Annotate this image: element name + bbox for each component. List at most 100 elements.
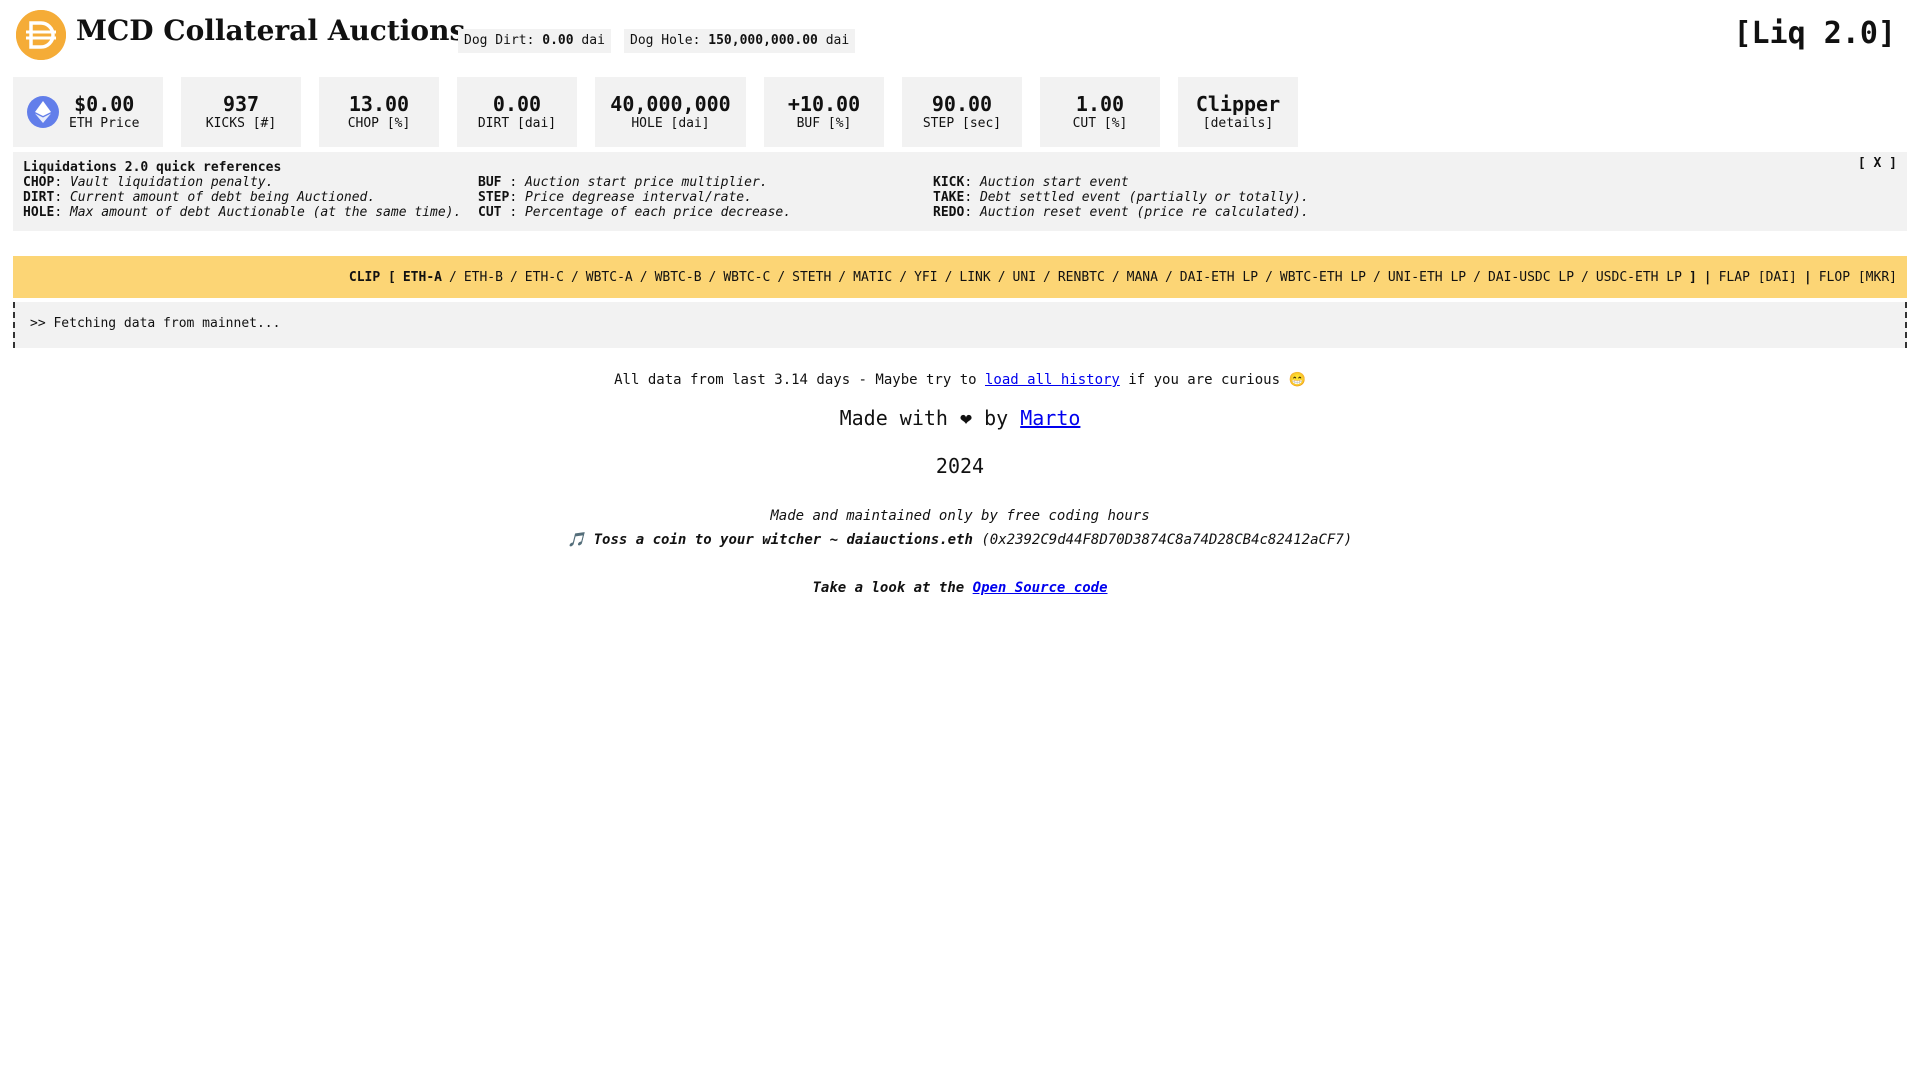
clipper-value: Clipper	[1195, 92, 1281, 116]
nav-item-yfi[interactable]: YFI	[914, 270, 937, 285]
dog-hole-value: 150,000,000.00	[708, 33, 818, 48]
eth-price-value: $0.00	[74, 92, 135, 116]
dog-dirt-value: 0.00	[542, 33, 574, 48]
clipper-details-link[interactable]: [details]	[1203, 116, 1273, 132]
step-value: 90.00	[931, 92, 993, 116]
reference-description: Vault liquidation penalty.	[69, 175, 274, 190]
dog-dirt-badge: Dog Dirt: 0.00 dai	[458, 29, 611, 53]
dog-hole-label: Dog Hole:	[630, 33, 701, 48]
free-hours-note: Made and maintained only by free coding …	[770, 508, 1150, 524]
made-prefix: Made with ❤ by	[839, 406, 1009, 430]
nav-item-renbtc[interactable]: RENBTC	[1058, 270, 1105, 285]
chop-card: 13.00 CHOP [%]	[319, 77, 439, 147]
stats-cards: $0.00 ETH Price 937 KICKS [#] 13.00 CHOP…	[13, 77, 1298, 147]
dirt-card: 0.00 DIRT [dai]	[457, 77, 577, 147]
dirt-value: 0.00	[492, 92, 542, 116]
nav-item-flop[interactable]: FLOP [MKR]	[1819, 270, 1897, 285]
footer: All data from last 3.14 days - Maybe try…	[0, 370, 1920, 598]
reference-key: KICK	[933, 175, 965, 190]
cut-value: 1.00	[1075, 92, 1125, 116]
author-link[interactable]: Marto	[1020, 406, 1080, 430]
clip-close: ]	[1688, 269, 1697, 285]
close-references-button[interactable]: [ X ]	[1858, 156, 1897, 171]
nav-item-matic[interactable]: MATIC	[853, 270, 892, 285]
reference-item: CHOP: Vault liquidation penalty.	[23, 175, 274, 190]
quick-references-panel: Liquidations 2.0 quick references [ X ] …	[13, 152, 1907, 231]
buf-label: BUF [%]	[796, 116, 852, 131]
nav-item-wbtc-c[interactable]: WBTC-C	[723, 270, 770, 285]
reference-key: STEP	[478, 190, 510, 205]
reference-key: BUF	[478, 175, 510, 190]
nav-item-wbtc-b[interactable]: WBTC-B	[655, 270, 702, 285]
reference-key: CHOP	[23, 175, 55, 190]
hole-value: 40,000,000	[610, 92, 731, 116]
dog-dirt-label: Dog Dirt:	[464, 33, 535, 48]
cut-label: CUT [%]	[1072, 116, 1128, 131]
collateral-nav: CLIP [ETH-A / ETH-B / ETH-C / WBTC-A / WBTC-B / WB…	[13, 256, 1907, 298]
kicks-label: KICKS [#]	[205, 116, 277, 131]
nav-item-link[interactable]: LINK	[959, 270, 990, 285]
reference-item: REDO: Auction reset event (price re calc…	[933, 205, 1309, 220]
references-column-3: KICK: Auction start event TAKE: Debt sett…	[933, 175, 1388, 220]
references-column-2: BUF : Auction start price multiplier. STE…	[478, 175, 933, 220]
nav-item-dai-usdc-lp[interactable]: DAI-USDC LP	[1488, 270, 1574, 285]
history-prefix: All data from last 3.14 days - Maybe try…	[614, 372, 977, 388]
nav-item-wbtc-a[interactable]: WBTC-A	[586, 270, 633, 285]
clipper-details-card[interactable]: Clipper [details]	[1178, 77, 1298, 147]
dog-hole-unit: dai	[825, 33, 850, 48]
status-console: >> Fetching data from mainnet...	[13, 302, 1907, 348]
donation-line: 🎵 Toss a coin to your witcher ~ daiaucti…	[0, 530, 1920, 550]
console-text: >> Fetching data from mainnet...	[30, 316, 281, 331]
dog-dirt-unit: dai	[581, 33, 605, 48]
reference-description: Auction reset event (price re calculated…	[979, 205, 1309, 220]
dirt-label: DIRT [dai]	[477, 116, 557, 131]
source-line: Take a look at the Open Source code	[0, 578, 1920, 598]
nav-item-mana[interactable]: MANA	[1127, 270, 1158, 285]
nav-item-uni-eth-lp[interactable]: UNI-ETH LP	[1388, 270, 1466, 285]
reference-description: Percentage of each price decrease.	[524, 205, 792, 220]
header: MCD Collateral Auctions Dog Dirt: 0.00 d…	[0, 0, 1920, 72]
kicks-card: 937 KICKS [#]	[181, 77, 301, 147]
reference-item: STEP: Price degrease interval/rate.	[478, 190, 752, 205]
source-prefix: Take a look at the	[812, 580, 965, 596]
nav-item-dai-eth-lp[interactable]: DAI-ETH LP	[1180, 270, 1258, 285]
dai-logo-icon	[16, 10, 66, 60]
nav-item-wbtc-eth-lp[interactable]: WBTC-ETH LP	[1280, 270, 1366, 285]
reference-item: TAKE: Debt settled event (partially or t…	[933, 190, 1309, 205]
nav-item-steth[interactable]: STETH	[792, 270, 831, 285]
nav-item-eth-a[interactable]: ETH-A	[403, 270, 442, 285]
open-source-code-link[interactable]: Open Source code	[973, 580, 1108, 596]
nav-item-usdc-eth-lp[interactable]: USDC-ETH LP	[1596, 270, 1682, 285]
eth-price-card: $0.00 ETH Price	[13, 77, 163, 147]
hole-label: HOLE [dai]	[631, 116, 710, 131]
reference-description: Auction start price multiplier.	[524, 175, 768, 190]
reference-item: KICK: Auction start event	[933, 175, 1129, 190]
hole-card: 40,000,000 HOLE [dai]	[595, 77, 746, 147]
eth-price-label: ETH Price	[69, 116, 140, 131]
year-label: 2024	[935, 454, 985, 478]
step-label: STEP [sec]	[922, 116, 1002, 131]
buf-card: +10.00 BUF [%]	[764, 77, 884, 147]
reference-item: HOLE: Max amount of debt Auctionable (at…	[23, 205, 462, 220]
nav-item-uni[interactable]: UNI	[1013, 270, 1036, 285]
reference-description: Auction start event	[979, 175, 1129, 190]
nav-item-eth-c[interactable]: ETH-C	[525, 270, 564, 285]
kicks-value: 937	[222, 92, 260, 116]
reference-description: Price degrease interval/rate.	[524, 190, 752, 205]
clip-label: CLIP [	[348, 269, 396, 285]
reference-description: Current amount of debt being Auctioned.	[69, 190, 376, 205]
reference-key: TAKE	[933, 190, 965, 205]
chop-value: 13.00	[348, 92, 410, 116]
reference-key: REDO	[933, 205, 965, 220]
reference-description: Max amount of debt Auctionable (at the s…	[69, 205, 462, 220]
history-line: All data from last 3.14 days - Maybe try…	[0, 370, 1920, 390]
made-with-line: Made with ❤ by Marto	[0, 406, 1920, 430]
history-suffix: if you are curious 😁	[1128, 372, 1306, 388]
load-all-history-link[interactable]: load all history	[985, 372, 1120, 388]
buf-value: +10.00	[787, 92, 861, 116]
reference-key: DIRT	[23, 190, 55, 205]
nav-item-eth-b[interactable]: ETH-B	[464, 270, 503, 285]
chop-label: CHOP [%]	[347, 116, 411, 131]
app-title: MCD Collateral Auctions	[76, 14, 466, 47]
nav-item-flap[interactable]: FLAP [DAI]	[1719, 270, 1797, 285]
